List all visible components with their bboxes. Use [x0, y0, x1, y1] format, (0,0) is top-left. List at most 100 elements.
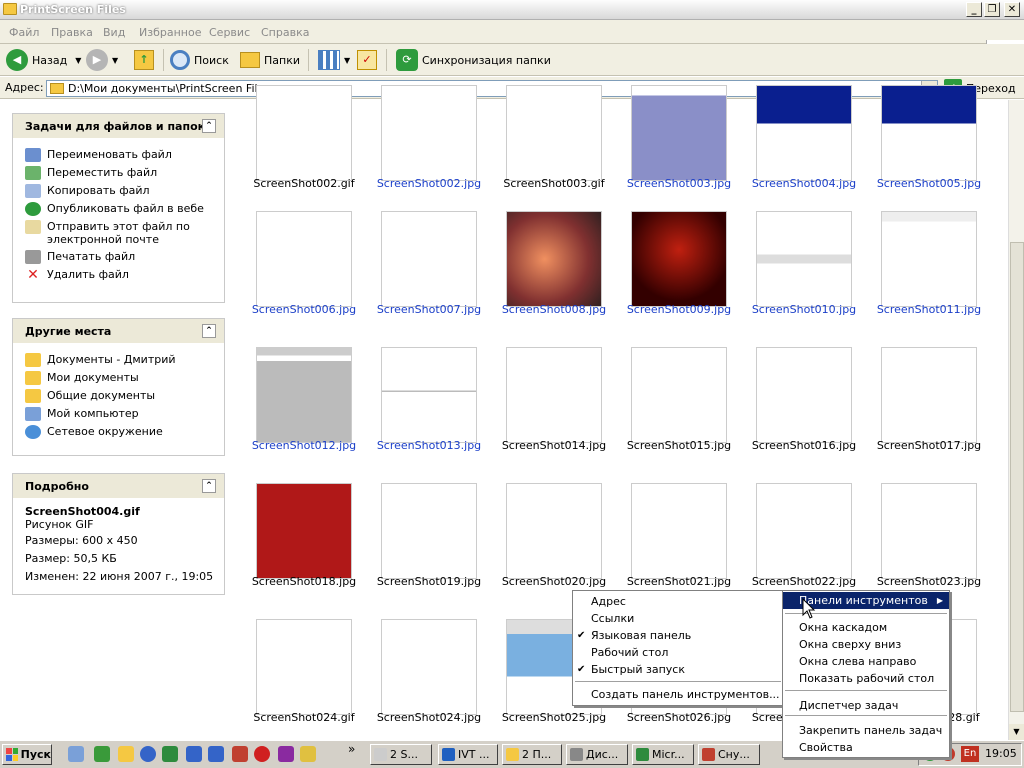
excel-icon [636, 748, 649, 761]
quicklaunch-opera-icon[interactable] [254, 746, 270, 762]
email-file-link[interactable]: Отправить этот файл по электронной почте [13, 220, 224, 246]
back-button[interactable]: ◀ Назад ▼ [6, 44, 81, 76]
menu-edit[interactable]: Правка [51, 26, 93, 39]
close-button[interactable]: ✕ [1004, 2, 1020, 17]
link-label: Копировать файл [47, 184, 150, 197]
menu-favorites[interactable]: Избранное [139, 26, 201, 39]
create-toolbar-item[interactable]: Создать панель инструментов... [573, 686, 780, 703]
collapse-icon[interactable]: ⌃ [202, 324, 216, 338]
print-file-link[interactable]: Печатать файл [13, 250, 224, 264]
folder-icon [506, 748, 519, 761]
place-network[interactable]: Сетевое окружение [13, 425, 224, 439]
details-panel-header[interactable]: Подробно ⌃ [13, 474, 224, 498]
collapse-icon[interactable]: ⌃ [202, 479, 216, 493]
menu-item[interactable]: Ссылки [573, 610, 783, 627]
context-menu-item[interactable]: Окна сверху вниз [783, 636, 949, 653]
link-label: Переместить файл [47, 166, 158, 179]
quicklaunch-messenger-icon[interactable] [140, 746, 156, 762]
quicklaunch-tool-icon[interactable] [232, 746, 248, 762]
taskbar-button[interactable]: 2 П... [502, 744, 562, 765]
menu-help[interactable]: Справка [261, 26, 309, 39]
places-panel-header[interactable]: Другие места ⌃ [13, 319, 224, 343]
menu-item[interactable]: ✔ Языковая панель [573, 627, 783, 644]
maximize-button[interactable]: ❐ [984, 2, 1000, 17]
taskbar-button[interactable]: Micr... [632, 744, 694, 765]
menu-file[interactable]: Файл [9, 26, 39, 39]
menu-tools[interactable]: Сервис [209, 26, 250, 39]
vertical-scrollbar[interactable]: ▼ [1008, 100, 1024, 740]
quicklaunch-pen-icon[interactable] [300, 746, 316, 762]
minimize-button[interactable]: _ [966, 2, 982, 17]
context-menu-item[interactable]: Окна каскадом [783, 619, 949, 636]
quicklaunch-app-icon[interactable] [118, 746, 134, 762]
scroll-down-button[interactable]: ▼ [1009, 724, 1024, 740]
menu-item-label: Адрес [591, 595, 626, 608]
address-dropdown[interactable]: ▼ [921, 81, 937, 96]
copy-file-link[interactable]: Копировать файл [13, 184, 224, 198]
bluetooth-icon [442, 748, 455, 761]
link-label: Печатать файл [47, 250, 136, 263]
menu-view[interactable]: Вид [103, 26, 125, 39]
move-file-link[interactable]: Переместить файл [13, 166, 224, 180]
address-input[interactable]: D:\Мои документы\PrintScreen Files ▼ [46, 80, 938, 97]
scroll-thumb[interactable] [1010, 242, 1024, 712]
go-button[interactable]: ➜ Переход [944, 79, 1016, 97]
menu-item-label: Закрепить панель задач [799, 724, 943, 737]
window-icon [374, 748, 387, 761]
taskbar-button[interactable]: IVT ... [438, 744, 498, 765]
menu-item-label: Показать рабочий стол [799, 672, 935, 685]
quicklaunch-desktop-icon[interactable] [68, 746, 84, 762]
context-menu-item[interactable]: Показать рабочий стол [783, 670, 949, 687]
quicklaunch-save-icon[interactable] [278, 746, 294, 762]
menu-item-label: Окна слева направо [799, 655, 917, 668]
menu-item-label: Панели инструментов [799, 594, 928, 607]
context-menu-item[interactable]: Окна слева направо [783, 653, 949, 670]
back-arrow-icon: ◀ [6, 49, 28, 71]
link-label: Документы - Дмитрий [47, 353, 176, 366]
quicklaunch-word2-icon[interactable] [208, 746, 224, 762]
place-user-documents[interactable]: Документы - Дмитрий [13, 353, 224, 367]
menu-item[interactable]: ✔ Быстрый запуск [573, 661, 783, 678]
publish-file-link[interactable]: Опубликовать файл в вебе [13, 202, 224, 216]
place-my-computer[interactable]: Мой компьютер [13, 407, 224, 421]
folders-button[interactable]: Папки [240, 44, 300, 76]
delete-file-link[interactable]: ✕ Удалить файл [13, 268, 224, 282]
context-menu-item[interactable]: Свойства [783, 739, 949, 756]
forward-button[interactable]: ▶ ▼ [86, 44, 118, 76]
clock[interactable]: 19:05 [985, 747, 1017, 760]
menu-item-label: Диспетчер задач [799, 699, 899, 712]
quicklaunch-word-icon[interactable] [186, 746, 202, 762]
quicklaunch-excel-icon[interactable] [94, 746, 110, 762]
language-indicator[interactable]: En [961, 746, 979, 762]
taskbar-button[interactable]: 2 S... [370, 744, 432, 765]
place-my-documents[interactable]: Мои документы [13, 371, 224, 385]
search-button[interactable]: Поиск [170, 44, 229, 76]
quicklaunch-excel2-icon[interactable] [162, 746, 178, 762]
place-shared-documents[interactable]: Общие документы [13, 389, 224, 403]
views-button[interactable]: ▼ [318, 44, 350, 76]
details-modified: Изменен: 22 июня 2007 г., 19:05 [25, 570, 214, 583]
start-button[interactable]: Пуск [2, 744, 52, 765]
context-menu-item[interactable]: Диспетчер задач [783, 697, 949, 714]
link-label: Мои документы [47, 371, 139, 384]
sync-button[interactable]: ⟳ Синхронизация папки [396, 44, 551, 76]
quicklaunch-more-icon[interactable]: » [348, 742, 355, 756]
favorites-button[interactable]: ✓ [357, 44, 377, 76]
rename-file-link[interactable]: Переименовать файл [13, 148, 224, 162]
taskbar-button[interactable]: Дис... [566, 744, 628, 765]
menu-item[interactable]: Рабочий стол [573, 644, 783, 661]
context-menu-item[interactable]: Закрепить панель задач [783, 722, 949, 739]
submenu-arrow-icon: ▶ [936, 596, 943, 605]
title-bar[interactable]: PrintScreen Files _ ❐ ✕ [0, 0, 1024, 20]
taskbar-button[interactable]: Сну... [698, 744, 760, 765]
up-button[interactable]: ↑ [134, 44, 154, 76]
email-icon [25, 220, 41, 234]
link-label: Отправить этот файл по электронной почте [47, 220, 190, 246]
folder-up-icon: ↑ [134, 50, 154, 70]
collapse-icon[interactable]: ⌃ [202, 119, 216, 133]
places-panel: Другие места ⌃ Документы - Дмитрий Мои д… [12, 318, 225, 456]
taskbar-button-label: 2 П... [522, 748, 552, 761]
mouse-cursor-icon [802, 598, 816, 619]
menu-item[interactable]: Адрес [573, 593, 783, 610]
tasks-panel-header[interactable]: Задачи для файлов и папок ⌃ [13, 114, 224, 138]
